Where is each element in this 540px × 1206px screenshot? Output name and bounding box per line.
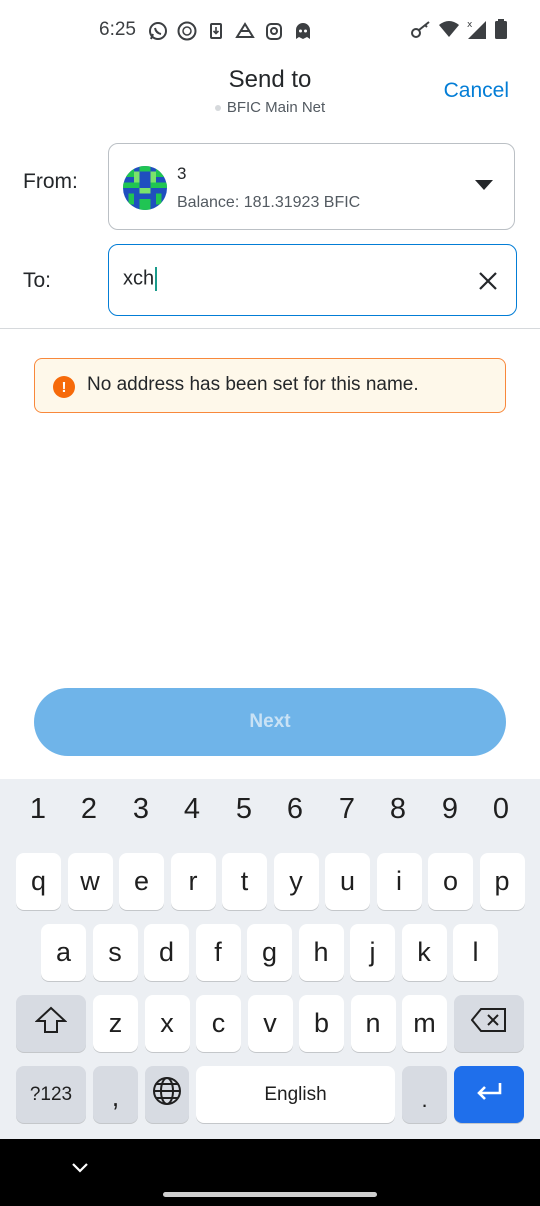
backspace-key[interactable] — [454, 995, 524, 1052]
from-label: From: — [23, 170, 78, 193]
signal-icon: x — [466, 18, 488, 45]
number-key-0[interactable]: 0 — [481, 793, 521, 826]
number-key-7[interactable]: 7 — [327, 793, 367, 826]
wifi-icon — [438, 19, 460, 44]
from-account-selector[interactable]: 3 Balance: 181.31923 BFIC — [108, 143, 515, 230]
battery-icon — [494, 18, 508, 45]
key-g[interactable]: g — [247, 924, 292, 981]
warning-icon: ! — [53, 376, 75, 398]
notification-icons — [147, 20, 314, 42]
drive-icon — [234, 20, 256, 42]
language-key[interactable] — [145, 1066, 189, 1123]
network-name: BFIC Main Net — [226, 99, 326, 116]
status-time: 6:25 — [99, 19, 136, 40]
key-s[interactable]: s — [92, 924, 138, 981]
key-l[interactable]: l — [453, 924, 498, 981]
navigation-bar — [0, 1139, 540, 1206]
enter-arrow-icon — [474, 1079, 504, 1110]
key-r[interactable]: r — [170, 853, 216, 910]
soft-keyboard: 1234567890 qwertyuiop asdfghjkl zxcvbnm … — [0, 779, 540, 1139]
shift-key[interactable] — [16, 995, 86, 1052]
key-v[interactable]: v — [247, 995, 293, 1052]
keyboard-hide-icon[interactable] — [70, 1161, 90, 1180]
key-y[interactable]: y — [273, 853, 319, 910]
key-d[interactable]: d — [144, 924, 189, 981]
key-q[interactable]: q — [16, 853, 61, 910]
symbols-key[interactable]: ?123 — [16, 1066, 86, 1123]
key-a[interactable]: a — [41, 924, 86, 981]
period-key[interactable]: . — [402, 1066, 447, 1123]
account-avatar — [123, 166, 167, 210]
recipient-input[interactable]: xch — [123, 267, 443, 291]
number-key-1[interactable]: 1 — [18, 793, 58, 826]
key-j[interactable]: j — [350, 924, 395, 981]
text-cursor — [155, 267, 158, 291]
recipient-field[interactable]: xch — [108, 244, 517, 316]
warning-text: No address has been set for this name. — [87, 374, 419, 395]
divider — [0, 328, 540, 329]
recipient-input-value: xch — [123, 267, 155, 290]
shift-icon — [34, 1006, 68, 1041]
number-key-9[interactable]: 9 — [430, 793, 470, 826]
number-key-5[interactable]: 5 — [224, 793, 264, 826]
cancel-button[interactable]: Cancel — [444, 79, 509, 103]
badge-icon — [176, 20, 198, 42]
account-balance: Balance: 181.31923 BFIC — [177, 194, 361, 211]
number-row: 1234567890 — [0, 793, 540, 833]
comma-key[interactable]: , — [93, 1066, 138, 1123]
key-e[interactable]: e — [119, 853, 164, 910]
key-x[interactable]: x — [144, 995, 190, 1052]
key-k[interactable]: k — [401, 924, 447, 981]
enter-key[interactable] — [454, 1066, 524, 1123]
status-bar: 6:25 x — [0, 0, 540, 62]
key-p[interactable]: p — [479, 853, 525, 910]
ghost-icon — [292, 20, 314, 42]
vpn-key-icon — [410, 19, 432, 44]
key-z[interactable]: z — [93, 995, 138, 1052]
key-t[interactable]: t — [222, 853, 267, 910]
key-b[interactable]: b — [299, 995, 344, 1052]
caret-down-icon — [474, 178, 494, 196]
key-c[interactable]: c — [196, 995, 241, 1052]
system-icons: x — [410, 18, 508, 45]
account-name: 3 — [177, 164, 187, 183]
key-o[interactable]: o — [428, 853, 473, 910]
number-key-4[interactable]: 4 — [172, 793, 212, 826]
number-key-2[interactable]: 2 — [69, 793, 109, 826]
space-key[interactable]: English — [196, 1066, 395, 1123]
threads-icon — [263, 20, 285, 42]
network-status-dot — [214, 104, 221, 111]
to-label: To: — [23, 269, 52, 292]
svg-text:x: x — [467, 20, 473, 30]
globe-icon — [152, 1076, 182, 1113]
warning-banner: ! No address has been set for this name. — [34, 358, 506, 413]
key-m[interactable]: m — [402, 995, 447, 1052]
clear-icon[interactable] — [476, 269, 500, 293]
number-key-8[interactable]: 8 — [378, 793, 418, 826]
number-key-3[interactable]: 3 — [121, 793, 161, 826]
next-button[interactable]: Next — [34, 688, 506, 756]
home-handle[interactable] — [163, 1192, 377, 1197]
key-n[interactable]: n — [350, 995, 396, 1052]
key-i[interactable]: i — [376, 853, 422, 910]
download-icon — [205, 20, 227, 42]
number-key-6[interactable]: 6 — [275, 793, 315, 826]
key-h[interactable]: h — [298, 924, 344, 981]
key-u[interactable]: u — [325, 853, 370, 910]
whatsapp-icon — [147, 20, 169, 42]
key-f[interactable]: f — [195, 924, 241, 981]
backspace-icon — [470, 1007, 507, 1040]
key-w[interactable]: w — [67, 853, 113, 910]
